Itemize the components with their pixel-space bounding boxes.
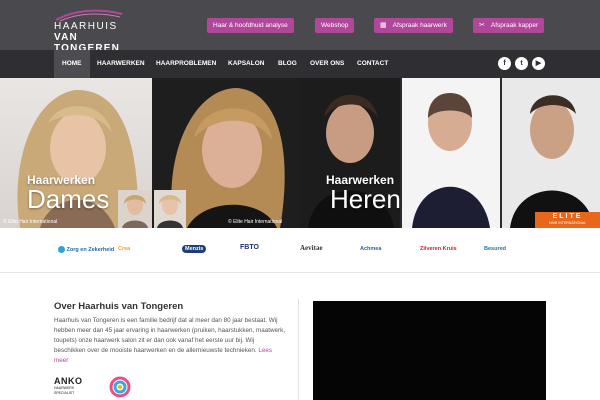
analyse-button[interactable]: Haar & hoofdhuid analyse bbox=[207, 18, 294, 33]
hero-photo-man-2 bbox=[402, 78, 500, 228]
photo-credit-mid: © Elite Hair International bbox=[228, 219, 283, 225]
hero-heren-big[interactable]: Heren bbox=[330, 184, 401, 215]
partner-name: Achmea bbox=[360, 246, 382, 252]
anko-logo-sub: HAARWERK SPECIALIST bbox=[54, 386, 75, 395]
afspraak-haarwerk-button[interactable]: ▦ Afspraak haarwerk bbox=[374, 18, 453, 33]
partner-logo-menzis[interactable]: Menzis bbox=[182, 245, 207, 253]
twitter-icon[interactable]: t bbox=[515, 57, 528, 70]
nav-haarwerken[interactable]: HAARWERKEN bbox=[89, 50, 153, 78]
photo-credit-left: © Elite Hair International bbox=[3, 219, 58, 225]
facebook-icon[interactable]: f bbox=[498, 57, 511, 70]
partner-name: Crea bbox=[118, 246, 131, 252]
partner-logos: Zorg en Zekerheid Crea Menzis FBTO Aevit… bbox=[0, 228, 600, 273]
partner-logo-achmea[interactable]: Achmea bbox=[360, 246, 381, 252]
zorg-logo-icon bbox=[58, 246, 65, 253]
nav-blog[interactable]: BLOG bbox=[270, 50, 305, 78]
about-section: Over Haarhuis van Tongeren Haarhuis van … bbox=[0, 273, 600, 400]
main-nav: HOME HAARWERKEN HAARPROBLEMEN KAPSALON B… bbox=[0, 50, 600, 78]
thumb-woman-2[interactable] bbox=[154, 190, 186, 228]
nav-kapsalon[interactable]: KAPSALON bbox=[220, 50, 272, 78]
partner-name: Aevitae bbox=[300, 244, 323, 252]
webshop-button-label: Webshop bbox=[321, 22, 349, 29]
certification-logo-icon[interactable] bbox=[108, 375, 132, 399]
elite-badge: ELITE HAIR INTERNATIONAL bbox=[535, 212, 600, 228]
calendar-icon: ▦ bbox=[380, 22, 387, 29]
partner-logo-besured[interactable]: Besured bbox=[484, 246, 506, 252]
elite-badge-title: ELITE bbox=[552, 213, 583, 220]
logo-swoosh-icon bbox=[55, 9, 123, 22]
partner-name: Zilveren Kruis bbox=[420, 246, 457, 252]
nav-haarproblemen[interactable]: HAARPROBLEMEN bbox=[148, 50, 224, 78]
logo[interactable]: HAARHUIS VAN TONGEREN bbox=[54, 8, 144, 54]
video-player[interactable] bbox=[313, 301, 546, 400]
partner-logo-zilveren-kruis[interactable]: Zilveren Kruis bbox=[420, 246, 457, 252]
hero-photo-man-3 bbox=[502, 78, 600, 228]
about-body: Haarhuis van Tongeren is een familie bed… bbox=[54, 317, 286, 354]
anko-logo-text: ANKO bbox=[54, 376, 83, 386]
top-header: HAARHUIS VAN TONGEREN Haar & hoofdhuid a… bbox=[0, 0, 600, 54]
partner-logo-crea[interactable]: Crea bbox=[118, 246, 130, 252]
youtube-icon[interactable]: ▶ bbox=[532, 57, 545, 70]
hero-dames-big[interactable]: Dames bbox=[27, 184, 109, 215]
analyse-button-label: Haar & hoofdhuid analyse bbox=[213, 22, 288, 29]
section-divider bbox=[298, 299, 299, 400]
nav-home[interactable]: HOME bbox=[54, 50, 90, 78]
partner-name: Menzis bbox=[185, 246, 204, 252]
scissors-icon: ✂ bbox=[479, 22, 485, 29]
partner-logo-aevitae[interactable]: Aevitae bbox=[300, 244, 323, 252]
about-title: Over Haarhuis van Tongeren bbox=[54, 301, 184, 312]
partner-logo-zorg-zekerheid[interactable]: Zorg en Zekerheid bbox=[58, 246, 114, 253]
anko-logo[interactable]: ANKO HAARWERK SPECIALIST bbox=[54, 376, 88, 400]
nav-over-ons[interactable]: OVER ONS bbox=[302, 50, 352, 78]
hero-banner: Haarwerken Dames Haarwerken Heren © Elit… bbox=[0, 78, 600, 228]
afspraak-haarwerk-label: Afspraak haarwerk bbox=[392, 22, 447, 29]
partner-name: Besured bbox=[484, 246, 507, 252]
partner-logo-fbto[interactable]: FBTO bbox=[240, 244, 259, 251]
elite-badge-sub: HAIR INTERNATIONAL bbox=[548, 221, 587, 225]
webshop-button[interactable]: Webshop bbox=[315, 18, 355, 33]
about-text: Haarhuis van Tongeren is een familie bed… bbox=[54, 316, 286, 366]
afspraak-kapper-button[interactable]: ✂ Afspraak kapper bbox=[473, 18, 545, 33]
afspraak-kapper-label: Afspraak kapper bbox=[490, 22, 539, 29]
logo-text-top: HAARHUIS bbox=[54, 21, 118, 32]
nav-contact[interactable]: CONTACT bbox=[349, 50, 396, 78]
partner-name: FBTO bbox=[240, 244, 259, 251]
thumb-woman-1[interactable] bbox=[118, 190, 152, 228]
partner-name: Zorg en Zekerheid bbox=[66, 246, 115, 253]
